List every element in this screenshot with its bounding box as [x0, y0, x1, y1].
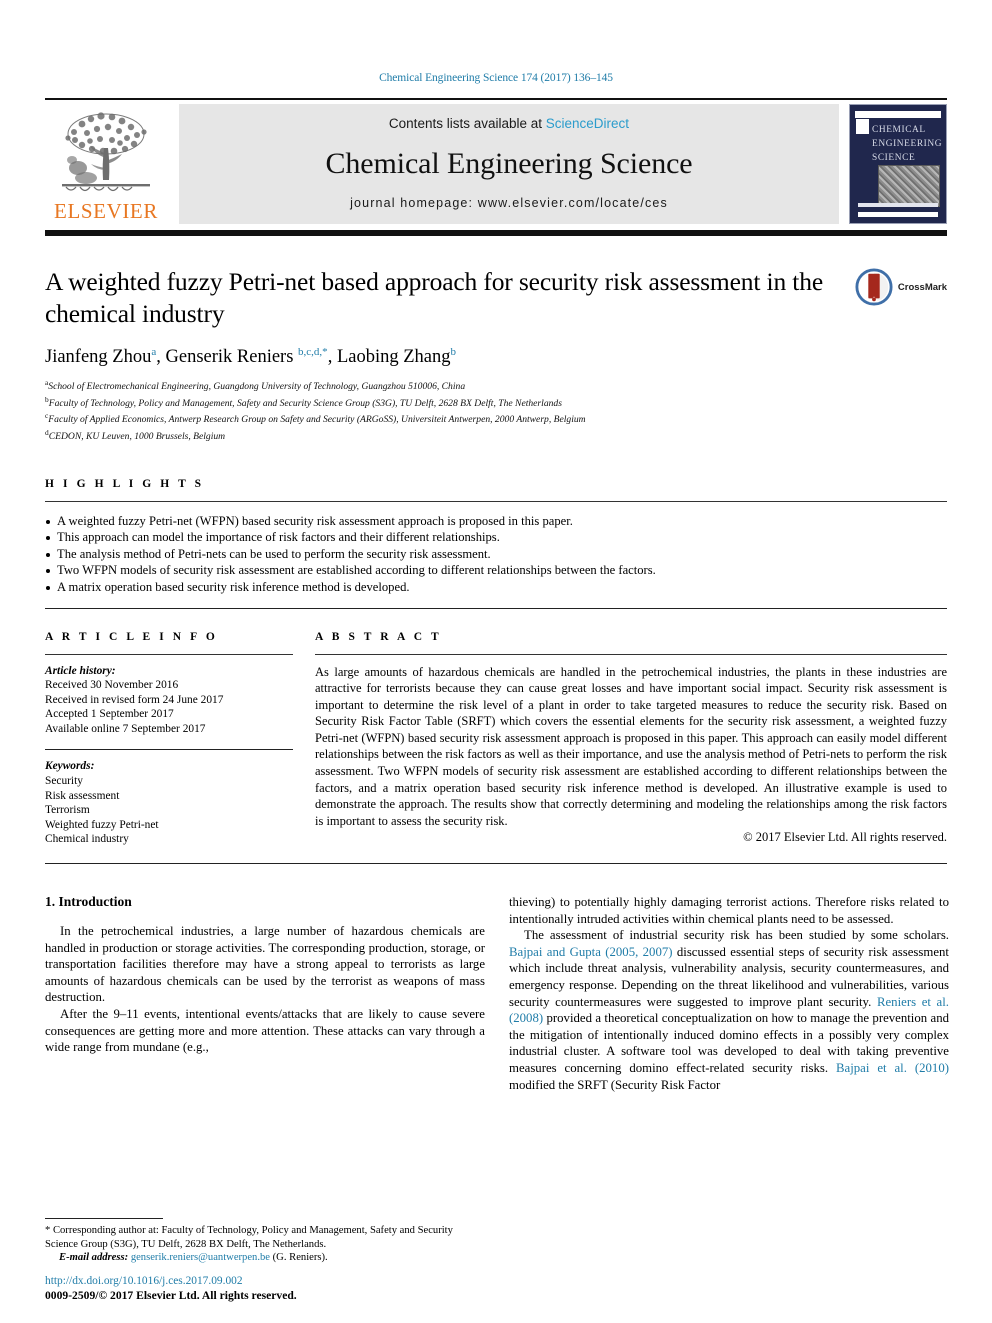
affiliation-text: Faculty of Technology, Policy and Manage… — [48, 397, 562, 409]
contents-prefix: Contents lists available at — [388, 116, 543, 131]
highlights-label: H I G H L I G H T S — [45, 477, 205, 490]
masthead-top-rule — [45, 98, 947, 100]
highlights-bottom-rule — [45, 607, 947, 609]
affiliation-text: School of Electromechanical Engineering,… — [48, 381, 466, 393]
article-info-section: A R T I C L E I N F O Article history: R… — [45, 631, 293, 848]
title-block: A weighted fuzzy Petri-net based approac… — [45, 266, 947, 444]
author-marks: b,c,d,* — [298, 346, 328, 358]
cover-title: CHEMICAL ENGINEERING SCIENCE — [872, 123, 943, 165]
abstract-section: A B S T R A C T As large amounts of haza… — [315, 631, 947, 848]
journal-masthead: ELSEVIER Contents lists available at Sci… — [45, 98, 947, 236]
list-item: The analysis method of Petri-nets can be… — [45, 546, 947, 563]
abstract-bottom-rule — [45, 863, 947, 865]
keyword: Security — [45, 775, 83, 788]
doi-link[interactable]: http://dx.doi.org/10.1016/j.ces.2017.09.… — [45, 1274, 505, 1288]
journal-homepage-line[interactable]: journal homepage: www.elsevier.com/locat… — [350, 196, 668, 210]
info-abstract-row: A R T I C L E I N F O Article history: R… — [45, 631, 947, 848]
masthead-bottom-rule — [45, 230, 947, 236]
abstract-text: As large amounts of hazardous chemicals … — [315, 664, 947, 828]
list-item: A matrix operation based security risk i… — [45, 579, 947, 596]
email-owner: (G. Reniers). — [272, 1252, 328, 1264]
abstract-rule — [315, 653, 947, 655]
elsevier-wordmark: ELSEVIER — [54, 199, 158, 223]
cover-title-line-3: SCIENCE — [872, 153, 916, 163]
author-marks: a — [151, 346, 157, 358]
page-title: A weighted fuzzy Petri-net based approac… — [45, 267, 824, 328]
affiliation-list: aSchool of Electromechanical Engineering… — [45, 377, 947, 443]
keyword: Risk assessment — [45, 789, 120, 802]
email-link[interactable]: genserik.reniers@uantwerpen.be — [131, 1252, 270, 1263]
author-name: Laobing Zhang — [336, 347, 451, 368]
article-history-item: Available online 7 September 2017 — [45, 722, 206, 735]
highlights-top-rule — [45, 500, 947, 502]
cover-top-bar — [855, 111, 941, 118]
footnote-block: * Corresponding author at: Faculty of Te… — [45, 1218, 485, 1265]
affiliation: aSchool of Electromechanical Engineering… — [45, 377, 947, 394]
body-column-right: thieving) to potentially highly damaging… — [509, 894, 949, 1093]
keyword: Weighted fuzzy Petri-net — [45, 818, 159, 831]
footnote-rule — [45, 1218, 163, 1220]
elsevier-logo: ELSEVIER — [45, 104, 167, 224]
cover-footer-bar-1 — [858, 203, 938, 207]
author-name: Jianfeng Zhou — [45, 347, 152, 368]
section-heading: 1. Introduction — [45, 894, 132, 910]
article-history-item: Received in revised form 24 June 2017 — [45, 693, 224, 706]
article-info-label: A R T I C L E I N F O — [45, 630, 218, 643]
keywords-label: Keywords: — [45, 760, 95, 773]
crossmark-icon — [855, 268, 893, 306]
affiliation: cFaculty of Applied Economics, Antwerp R… — [45, 410, 947, 427]
paragraph-with-citations: The assessment of industrial security ri… — [509, 928, 949, 1092]
issn-copyright-line: 0009-2509/© 2017 Elsevier Ltd. All right… — [45, 1289, 297, 1302]
paragraph: After the 9–11 events, intentional event… — [45, 1007, 485, 1055]
keywords-rule — [45, 749, 293, 751]
highlights-list: A weighted fuzzy Petri-net (WFPN) based … — [45, 513, 947, 596]
list-item: A weighted fuzzy Petri-net (WFPN) based … — [45, 513, 947, 530]
article-info-rule — [45, 653, 293, 655]
highlights-section: H I G H L I G H T S A weighted fuzzy Pet… — [45, 478, 947, 609]
affiliation-text: CEDON, KU Leuven, 1000 Brussels, Belgium — [48, 431, 226, 443]
crossmark-badge[interactable]: CrossMark — [855, 268, 947, 306]
body-column-left: 1. Introduction In the petrochemical ind… — [45, 894, 485, 1093]
email-note: E-mail address: genserik.reniers@uantwer… — [45, 1251, 485, 1265]
contents-available-line: Contents lists available at ScienceDirec… — [389, 116, 629, 131]
article-history-label: Article history: — [45, 664, 116, 677]
affiliation-text: Faculty of Applied Economics, Antwerp Re… — [48, 414, 586, 426]
elsevier-tree-icon — [62, 112, 150, 192]
paragraph: In the petrochemical industries, a large… — [45, 924, 485, 1005]
author-marks: b — [450, 346, 456, 358]
article-history-item: Received 30 November 2016 — [45, 679, 179, 692]
article-history-item: Accepted 1 September 2017 — [45, 708, 174, 721]
author-name: Genserik Reniers — [165, 347, 294, 368]
journal-title: Chemical Engineering Science — [325, 146, 693, 180]
journal-cover-thumbnail: CHEMICAL ENGINEERING SCIENCE — [849, 104, 947, 224]
cover-title-line-1: CHEMICAL — [872, 125, 926, 135]
cover-title-line-2: ENGINEERING — [872, 139, 943, 149]
cover-publisher-icon — [856, 119, 869, 134]
affiliation: bFaculty of Technology, Policy and Manag… — [45, 394, 947, 411]
citation-link[interactable]: Bajpai and Gupta (2005, 2007) — [509, 945, 673, 959]
document-identifiers: http://dx.doi.org/10.1016/j.ces.2017.09.… — [45, 1274, 505, 1303]
keyword: Chemical industry — [45, 833, 129, 846]
abstract-copyright: © 2017 Elsevier Ltd. All rights reserved… — [743, 830, 947, 845]
cover-footer-bar-2 — [858, 212, 938, 217]
citation-link[interactable]: Bajpai et al. (2010) — [836, 1061, 949, 1075]
sciencedirect-link[interactable]: ScienceDirect — [546, 116, 629, 131]
crossmark-label: CrossMark — [897, 281, 947, 293]
running-head: Chemical Engineering Science 174 (2017) … — [379, 72, 613, 84]
list-item: Two WFPN models of security risk assessm… — [45, 562, 947, 579]
paper-page: Chemical Engineering Science 174 (2017) … — [0, 0, 992, 1323]
paragraph: thieving) to potentially highly damaging… — [509, 895, 949, 926]
keyword: Terrorism — [45, 804, 90, 817]
abstract-label: A B S T R A C T — [315, 630, 442, 643]
corresponding-author-note: * Corresponding author at: Faculty of Te… — [45, 1225, 453, 1250]
list-item: This approach can model the importance o… — [45, 529, 947, 546]
journal-info-box: Contents lists available at ScienceDirec… — [179, 104, 839, 224]
email-label: E-mail address: — [59, 1252, 129, 1264]
body-columns: 1. Introduction In the petrochemical ind… — [45, 894, 949, 1093]
citation-link[interactable]: Reniers et al. (2008) — [509, 995, 949, 1026]
cover-photo — [878, 165, 940, 207]
affiliation: dCEDON, KU Leuven, 1000 Brussels, Belgiu… — [45, 427, 947, 444]
author-list: Jianfeng Zhoua, Genserik Reniers b,c,d,*… — [45, 346, 456, 368]
